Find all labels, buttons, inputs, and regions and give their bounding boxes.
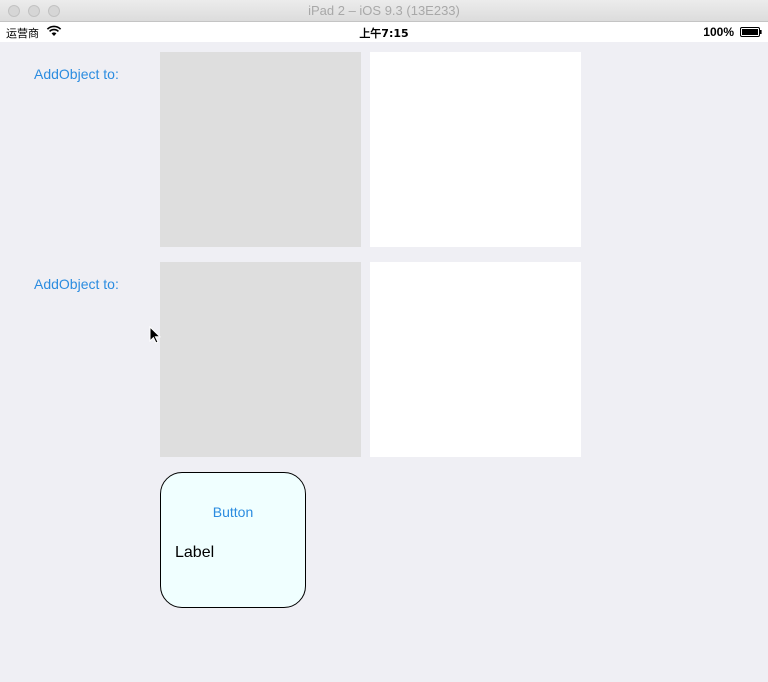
add-object-label-1: AddObject to: [34,66,119,82]
battery-icon [740,27,762,37]
button-label-card: Button Label [160,472,306,608]
source-box-1[interactable] [160,52,361,247]
status-time: 上午7:15 [359,27,409,40]
source-box-2[interactable] [160,262,361,457]
simulator-title-bar: iPad 2 – iOS 9.3 (13E233) [0,0,768,22]
add-object-label-2: AddObject to: [34,276,119,292]
window-title: iPad 2 – iOS 9.3 (13E233) [308,3,460,18]
cursor-icon [149,326,161,344]
target-box-1[interactable] [370,52,581,247]
target-box-2[interactable] [370,262,581,457]
card-button[interactable]: Button [161,504,305,520]
status-bar: 运营商 上午7:15 100% [0,22,768,42]
battery-percentage: 100% [703,25,734,39]
card-label: Label [175,544,215,561]
